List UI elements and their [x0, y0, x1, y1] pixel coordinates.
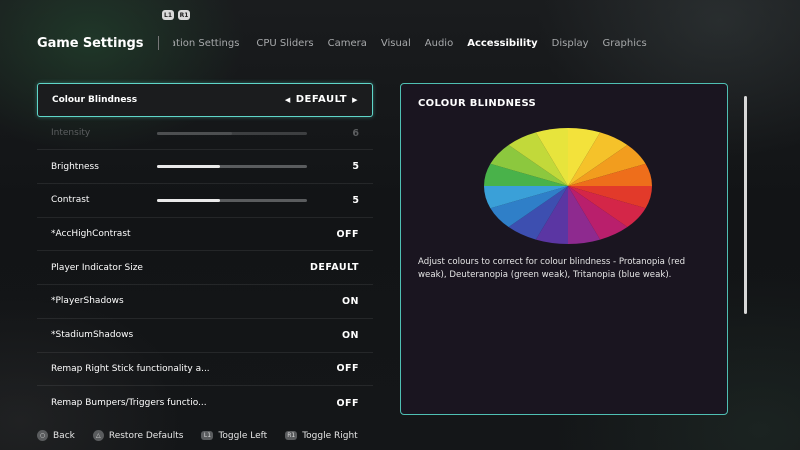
shoulder-hints: L1 R1	[162, 10, 190, 20]
slider-fill	[157, 131, 232, 135]
slider-fill	[157, 165, 220, 169]
l1-button-icon: L1	[201, 431, 214, 440]
info-panel: COLOUR BLINDNESS Adjust colours to corre…	[400, 83, 728, 415]
setting-player-shadows[interactable]: *PlayerShadows ON	[37, 285, 373, 319]
toggle-left-hint[interactable]: L1 Toggle Left	[201, 431, 267, 441]
setting-brightness[interactable]: Brightness 5	[37, 150, 373, 185]
slider-value: 6	[352, 127, 359, 139]
setting-label: *PlayerShadows	[51, 296, 124, 307]
l1-hint-icon: L1	[162, 10, 174, 20]
header: Game Settings Simulation Settings CPU Sl…	[37, 33, 800, 53]
tab-visual[interactable]: Visual	[381, 38, 411, 49]
setting-label: Intensity	[51, 128, 91, 139]
toggle-left-label: Toggle Left	[218, 430, 268, 441]
setting-value-selector[interactable]: ◀ DEFAULT ▶	[285, 94, 358, 105]
tab-simulation-settings[interactable]: Simulation Settings	[173, 38, 239, 49]
settings-tabs: Simulation Settings CPU Sliders Camera V…	[173, 38, 660, 49]
footer-button-hints: ○ Back △ Restore Defaults L1 Toggle Left…	[37, 430, 376, 441]
setting-value: DEFAULT	[295, 94, 348, 106]
setting-value: OFF	[336, 228, 359, 240]
r1-hint-icon: R1	[178, 10, 190, 20]
page-title: Game Settings	[37, 35, 144, 51]
arrow-left-icon[interactable]: ◀	[285, 96, 291, 104]
tab-display[interactable]: Display	[552, 38, 589, 49]
tab-audio[interactable]: Audio	[425, 38, 453, 49]
toggle-right-hint[interactable]: R1 Toggle Right	[285, 431, 358, 441]
info-panel-title: COLOUR BLINDNESS	[418, 98, 536, 109]
r1-button-icon: R1	[285, 431, 298, 440]
setting-value: ON	[341, 329, 359, 341]
setting-label: Remap Bumpers/Triggers functio...	[51, 398, 207, 409]
header-divider	[158, 36, 160, 50]
setting-label: Contrast	[51, 195, 90, 206]
restore-defaults-label: Restore Defaults	[108, 430, 184, 441]
info-panel-description: Adjust colours to correct for colour bli…	[418, 257, 686, 280]
slider-track[interactable]	[157, 198, 307, 202]
slider-value: 5	[352, 161, 359, 173]
setting-label: Player Indicator Size	[51, 262, 143, 273]
triangle-button-icon: △	[92, 430, 104, 441]
slider-track	[157, 131, 307, 135]
scrollbar[interactable]	[744, 96, 747, 314]
circle-button-icon: ○	[37, 430, 48, 441]
setting-label: *StadiumShadows	[51, 330, 134, 341]
slider-value: 5	[352, 194, 359, 206]
back-hint[interactable]: ○ Back	[37, 430, 75, 441]
setting-value: OFF	[336, 397, 359, 409]
setting-value: DEFAULT	[309, 262, 359, 274]
setting-player-indicator-size[interactable]: Player Indicator Size DEFAULT	[37, 251, 373, 286]
setting-label: Remap Right Stick functionality a...	[51, 363, 210, 374]
setting-stadium-shadows[interactable]: *StadiumShadows ON	[37, 319, 373, 353]
slider-track[interactable]	[157, 165, 307, 169]
tab-cpu-sliders[interactable]: CPU Sliders	[256, 38, 313, 49]
setting-value: OFF	[336, 363, 359, 375]
back-label: Back	[53, 430, 75, 441]
setting-label: *AccHighContrast	[51, 229, 131, 240]
colour-wheel-image	[484, 128, 652, 244]
settings-list: Colour Blindness ◀ DEFAULT ▶ Intensity 6…	[37, 83, 373, 420]
arrow-right-icon[interactable]: ▶	[352, 96, 358, 104]
setting-colour-blindness[interactable]: Colour Blindness ◀ DEFAULT ▶	[37, 83, 373, 117]
tab-graphics[interactable]: Graphics	[603, 38, 647, 49]
setting-intensity: Intensity 6	[37, 117, 373, 151]
setting-label: Colour Blindness	[52, 94, 138, 105]
slider-fill	[157, 198, 220, 202]
setting-remap-right-stick[interactable]: Remap Right Stick functionality a... OFF	[37, 353, 373, 387]
setting-contrast[interactable]: Contrast 5	[37, 184, 373, 218]
toggle-right-label: Toggle Right	[302, 430, 358, 441]
setting-acc-high-contrast[interactable]: *AccHighContrast OFF	[37, 218, 373, 252]
tab-camera[interactable]: Camera	[328, 38, 367, 49]
tab-accessibility[interactable]: Accessibility	[467, 38, 537, 49]
setting-remap-bumpers-triggers[interactable]: Remap Bumpers/Triggers functio... OFF	[37, 386, 373, 420]
restore-defaults-hint[interactable]: △ Restore Defaults	[92, 430, 184, 441]
setting-value: ON	[341, 295, 359, 307]
setting-label: Brightness	[51, 161, 99, 172]
